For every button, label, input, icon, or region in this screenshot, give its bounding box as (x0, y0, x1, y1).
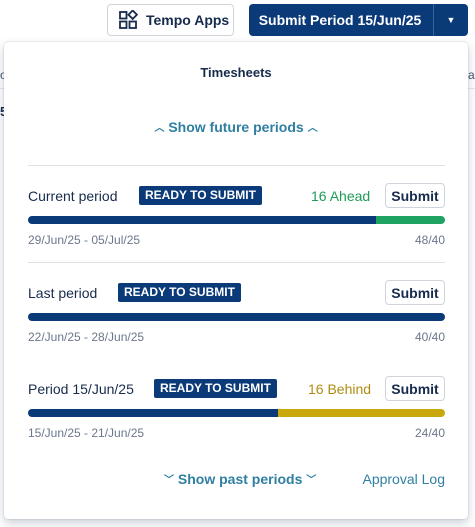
status-badge: READY TO SUBMIT (139, 186, 262, 205)
approval-log-link[interactable]: Approval Log (362, 471, 445, 487)
date-range: 22/Jun/25 - 28/Jun/25 (28, 330, 145, 344)
submit-button[interactable]: Submit (385, 376, 445, 401)
progress-bar (28, 216, 445, 224)
date-range: 15/Jun/25 - 21/Jun/25 (28, 426, 145, 440)
section-divider (28, 262, 445, 263)
background-text-fragment: a (468, 68, 475, 82)
submit-period-button[interactable]: Submit Period 15/Jun/25 (249, 4, 433, 36)
submit-button[interactable]: Submit (385, 280, 445, 305)
section-divider (28, 165, 445, 166)
period-label: Period 15/Jun/25 (28, 381, 134, 397)
progress-fill-logged (28, 216, 376, 224)
show-future-periods-link[interactable]: ︿ Show future periods ︿ (4, 119, 468, 135)
show-past-periods-link[interactable]: ﹀ Show past periods ﹀ (164, 471, 316, 487)
period-row-last: Last period READY TO SUBMIT Submit 22/Ju… (28, 279, 445, 359)
tempo-apps-label: Tempo Apps (146, 12, 230, 28)
period-row-current: Current period READY TO SUBMIT 16 Ahead … (28, 182, 445, 262)
chevron-up-icon: ︿ (154, 123, 165, 134)
popup-title: Timesheets (200, 65, 272, 80)
progress-fill-behind (278, 409, 445, 417)
progress-bar (28, 409, 445, 417)
progress-fill-logged (28, 409, 279, 417)
hours-logged: 40/40 (414, 330, 445, 344)
hours-logged: 24/40 (414, 426, 445, 440)
status-badge: READY TO SUBMIT (118, 283, 241, 302)
submit-dropdown-toggle[interactable]: ▼ (433, 4, 468, 36)
hours-logged: 48/40 (414, 233, 445, 247)
submit-button[interactable]: Submit (385, 183, 445, 208)
apps-grid-icon (119, 10, 138, 29)
tempo-apps-button[interactable]: Tempo Apps (107, 4, 234, 36)
chevron-down-icon: ﹀ (164, 475, 174, 486)
progress-fill-logged (28, 313, 445, 321)
caret-down-icon: ▼ (446, 15, 456, 25)
date-range: 29/Jun/25 - 05/Jul/25 (28, 233, 141, 247)
status-badge: READY TO SUBMIT (154, 379, 277, 398)
behind-status: 16 Behind (308, 381, 372, 397)
period-row-15-jun: Period 15/Jun/25 READY TO SUBMIT 16 Behi… (28, 375, 445, 455)
period-label: Last period (28, 285, 98, 301)
ahead-status: 16 Ahead (311, 188, 371, 204)
submit-period-button-group: Submit Period 15/Jun/25 ▼ (249, 4, 468, 36)
show-past-periods-label: Show past periods (177, 471, 303, 487)
chevron-up-icon: ︿ (307, 123, 318, 134)
progress-bar (28, 313, 445, 321)
progress-fill-ahead (375, 216, 445, 224)
timesheets-popup: Timesheets ︿ Show future periods ︿ Curre… (4, 42, 468, 519)
chevron-down-icon: ﹀ (306, 475, 317, 486)
show-future-periods-label: Show future periods (168, 119, 304, 135)
period-label: Current period (28, 188, 118, 204)
